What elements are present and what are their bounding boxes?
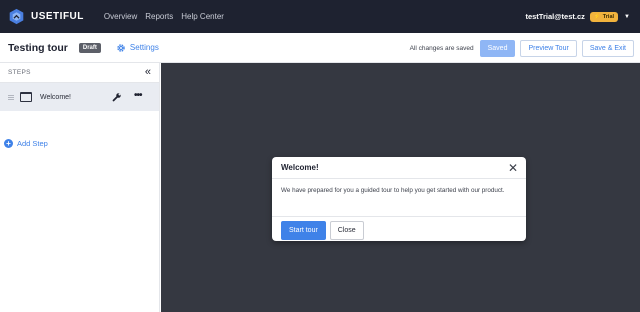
saved-button[interactable]: Saved — [479, 39, 516, 57]
status-badge: Draft — [78, 42, 101, 53]
collapse-sidebar-icon[interactable]: « — [145, 67, 151, 78]
brand-name: USETIFUL — [31, 11, 84, 22]
chevron-down-icon[interactable]: ▼ — [624, 14, 630, 20]
tour-header: Testing tour Draft Settings All changes … — [0, 33, 640, 63]
trial-badge-label: Trial — [602, 13, 615, 20]
gear-icon — [117, 43, 125, 52]
plus-icon: + — [4, 139, 13, 148]
save-exit-button[interactable]: Save & Exit — [581, 39, 634, 57]
user-menu[interactable]: testTrial@test.cz ⚡ Trial ▼ — [525, 0, 630, 33]
settings-link[interactable]: Settings — [116, 43, 159, 53]
steps-header: STEPS « — [0, 63, 159, 83]
steps-heading: STEPS — [8, 69, 31, 76]
save-status-text: All changes are saved — [409, 44, 474, 52]
nav-reports[interactable]: Reports — [145, 12, 173, 21]
page-title: Testing tour — [8, 41, 68, 54]
close-button[interactable]: Close — [329, 221, 364, 240]
logo[interactable]: USETIFUL — [8, 8, 84, 25]
modal-body: We have prepared for you a guided tour t… — [281, 187, 505, 194]
header-actions: All changes are saved Saved Preview Tour… — [410, 33, 634, 63]
trial-badge: ⚡ Trial — [589, 11, 619, 22]
add-step-button[interactable]: + Add Step — [4, 139, 48, 148]
more-options-icon[interactable]: ••• — [134, 91, 142, 101]
add-step-label: Add Step — [17, 139, 48, 148]
steps-sidebar: STEPS « Welcome! ••• + Add Step — [0, 63, 160, 312]
bolt-icon: ⚡ — [593, 13, 601, 20]
wrench-icon[interactable] — [112, 92, 122, 102]
modal-step-icon — [20, 92, 32, 102]
step-label: Welcome! — [40, 93, 71, 101]
start-tour-button[interactable]: Start tour — [281, 221, 326, 240]
user-email[interactable]: testTrial@test.cz — [525, 12, 584, 21]
tour-step-modal: Welcome! ✕ We have prepared for you a gu… — [272, 157, 526, 241]
close-icon[interactable]: ✕ — [508, 162, 518, 174]
step-item[interactable]: Welcome! ••• — [0, 83, 159, 111]
preview-tour-button[interactable]: Preview Tour — [520, 39, 577, 57]
modal-title: Welcome! — [281, 163, 319, 172]
modal-header: Welcome! ✕ — [272, 157, 526, 179]
modal-footer: Start tour Close — [272, 216, 526, 244]
settings-label: Settings — [129, 43, 159, 52]
drag-handle-icon[interactable] — [8, 94, 14, 100]
nav-overview[interactable]: Overview — [104, 12, 137, 21]
top-navbar: USETIFUL Overview Reports Help Center te… — [0, 0, 640, 33]
nav-help-center[interactable]: Help Center — [181, 12, 224, 21]
usetiful-logo-icon — [9, 8, 24, 25]
main-nav: Overview Reports Help Center — [104, 12, 232, 21]
